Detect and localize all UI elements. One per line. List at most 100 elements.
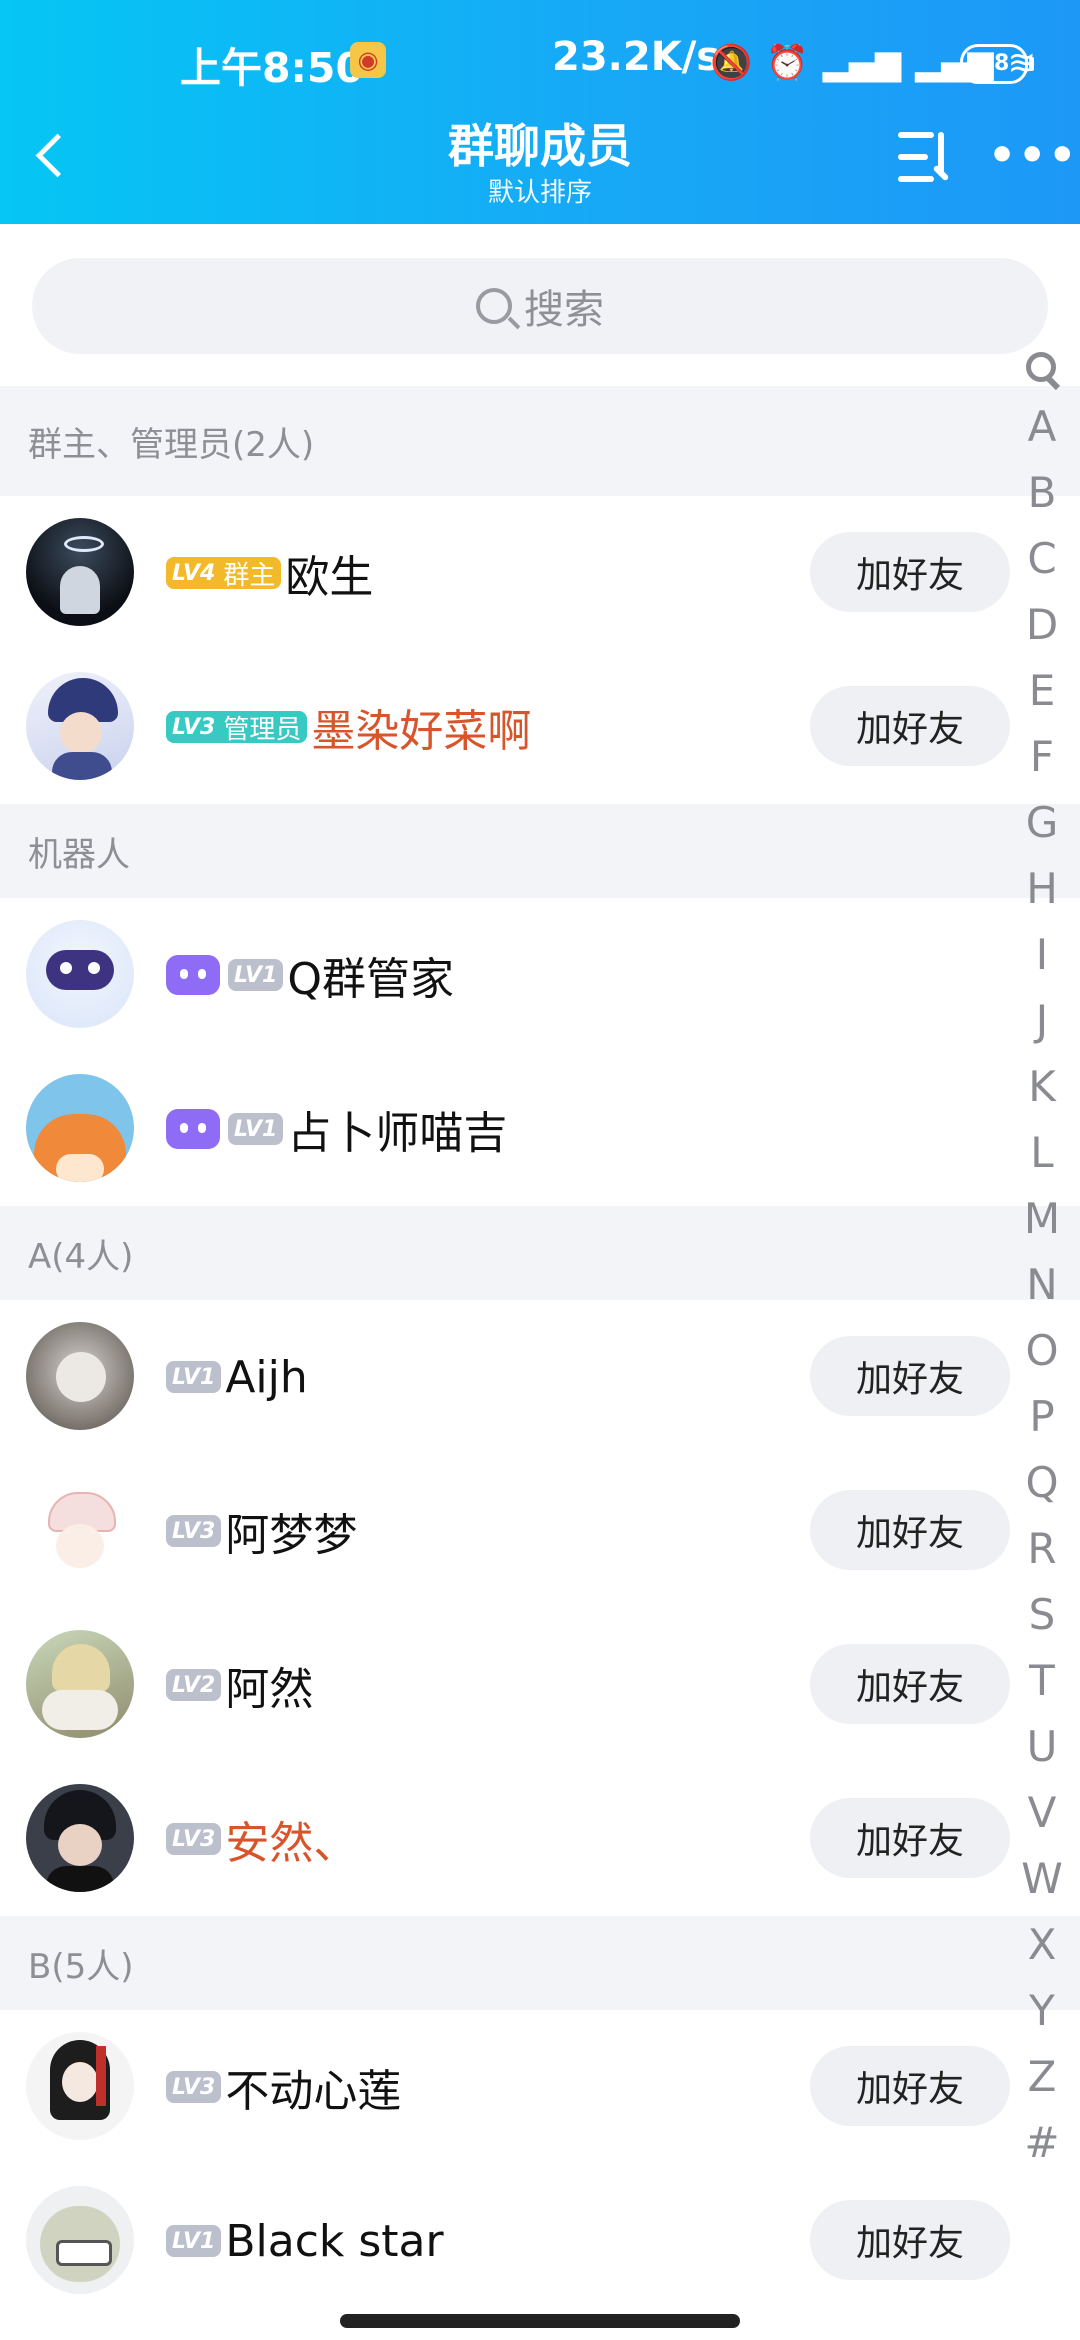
member-name: 墨染好菜啊 xyxy=(311,706,532,757)
index-letter[interactable]: H xyxy=(1012,856,1072,922)
index-letter[interactable]: D xyxy=(1012,592,1072,658)
avatar[interactable] xyxy=(26,1630,134,1738)
index-letter[interactable]: Z xyxy=(1012,2044,1072,2110)
more-options-button[interactable]: ••• xyxy=(988,134,1078,178)
index-letter[interactable]: N xyxy=(1012,1252,1072,1318)
add-friend-button[interactable]: 加好友 xyxy=(810,532,1010,612)
sort-button[interactable] xyxy=(890,130,960,188)
member-name: 阿梦梦 xyxy=(225,1510,358,1561)
member-name: 安然、 xyxy=(225,1818,358,1869)
member-name: 不动心莲 xyxy=(225,2066,402,2117)
section-header: 群主、管理员(2人) xyxy=(0,386,1080,496)
index-letter[interactable]: G xyxy=(1012,790,1072,856)
level-badge: LV1 xyxy=(228,1113,284,1145)
member-row[interactable]: LV4 群主 欧生 加好友 xyxy=(0,496,1080,650)
search-icon xyxy=(476,288,512,324)
index-letter[interactable]: X xyxy=(1012,1912,1072,1978)
member-row[interactable]: LV3 安然、 加好友 xyxy=(0,1762,1080,1916)
index-letter[interactable]: A xyxy=(1012,394,1072,460)
member-row[interactable]: LV3 管理员 墨染好菜啊 加好友 xyxy=(0,650,1080,804)
avatar[interactable] xyxy=(26,1074,134,1182)
add-friend-button[interactable]: 加好友 xyxy=(810,1644,1010,1724)
robot-icon xyxy=(166,1109,220,1149)
index-letter[interactable]: J xyxy=(1012,988,1072,1054)
alarm-icon: ⏰ xyxy=(766,43,809,83)
index-letter[interactable]: E xyxy=(1012,658,1072,724)
index-letter[interactable]: U xyxy=(1012,1714,1072,1780)
search-area: 搜索 xyxy=(0,224,1080,386)
avatar[interactable] xyxy=(26,672,134,780)
add-friend-button[interactable]: 加好友 xyxy=(810,1490,1010,1570)
avatar[interactable] xyxy=(26,1784,134,1892)
avatar[interactable] xyxy=(26,920,134,1028)
avatar[interactable] xyxy=(26,1322,134,1430)
alphabet-index[interactable]: A B C D E F G H I J K L M N O P Q R S T U V W X Y Z # xyxy=(1012,350,1072,2176)
level-badge: LV3 管理员 xyxy=(166,711,308,745)
add-friend-button[interactable]: 加好友 xyxy=(810,686,1010,766)
index-letters: A B C D E F G H I J K L M N O P Q R S T U V W X Y Z # xyxy=(1012,394,1072,2176)
index-letter[interactable]: B xyxy=(1012,460,1072,526)
add-friend-button[interactable]: 加好友 xyxy=(810,1798,1010,1878)
index-letter[interactable]: K xyxy=(1012,1054,1072,1120)
status-time: 上午8:50 xyxy=(180,44,364,92)
index-letter[interactable]: F xyxy=(1012,724,1072,790)
weibo-notification-icon: ◉ xyxy=(350,42,386,78)
search-input[interactable]: 搜索 xyxy=(32,258,1048,354)
index-letter[interactable]: Q xyxy=(1012,1450,1072,1516)
level-badge: LV1 xyxy=(166,1361,222,1393)
level-badge: LV4 群主 xyxy=(166,557,282,591)
level-badge: LV1 xyxy=(228,959,284,991)
index-letter[interactable]: I xyxy=(1012,922,1072,988)
add-friend-button[interactable]: 加好友 xyxy=(810,1336,1010,1416)
index-search-icon[interactable] xyxy=(1022,350,1062,390)
level-badge: LV2 xyxy=(166,1669,222,1701)
index-letter[interactable]: O xyxy=(1012,1318,1072,1384)
section-header: 机器人 xyxy=(0,804,1080,898)
index-letter[interactable]: S xyxy=(1012,1582,1072,1648)
robot-icon xyxy=(166,955,220,995)
add-friend-button[interactable]: 加好友 xyxy=(810,2046,1010,2126)
member-row[interactable]: LV1 Black star 加好友 xyxy=(0,2164,1080,2318)
nav-bar: 群聊成员 默认排序 ••• xyxy=(0,100,1080,224)
index-letter[interactable]: L xyxy=(1012,1120,1072,1186)
level-badge: LV3 xyxy=(166,2071,222,2103)
avatar[interactable] xyxy=(26,2186,134,2294)
index-letter[interactable]: Y xyxy=(1012,1978,1072,2044)
network-speed: 23.2K/s xyxy=(552,34,721,80)
index-letter[interactable]: R xyxy=(1012,1516,1072,1582)
member-row[interactable]: LV1 Q群管家 xyxy=(0,898,1080,1052)
search-placeholder: 搜索 xyxy=(524,287,604,333)
member-name: Aijh xyxy=(225,1351,308,1403)
member-name: Black star xyxy=(225,2215,444,2267)
index-letter[interactable]: # xyxy=(1012,2110,1072,2176)
avatar[interactable] xyxy=(26,518,134,626)
member-row[interactable]: LV2 阿然 加好友 xyxy=(0,1608,1080,1762)
battery-icon: 58 xyxy=(960,44,1034,84)
add-friend-button[interactable]: 加好友 xyxy=(810,2200,1010,2280)
member-row[interactable]: LV3 不动心莲 加好友 xyxy=(0,2010,1080,2164)
index-letter[interactable]: T xyxy=(1012,1648,1072,1714)
index-letter[interactable]: W xyxy=(1012,1846,1072,1912)
index-letter[interactable]: C xyxy=(1012,526,1072,592)
index-letter[interactable]: M xyxy=(1012,1186,1072,1252)
section-header: A(4人) xyxy=(0,1206,1080,1300)
top-bar: 上午8:50 ◉ 23.2K/s 🔕 ⏰ ▂▄▆ ▂▄▆ ≋ 58 群聊成员 默… xyxy=(0,0,1080,224)
avatar[interactable] xyxy=(26,1476,134,1584)
member-row[interactable]: LV1 Aijh 加好友 xyxy=(0,1300,1080,1454)
member-name: Q群管家 xyxy=(287,954,454,1005)
avatar[interactable] xyxy=(26,2032,134,2140)
level-badge: LV3 xyxy=(166,1823,222,1855)
signal-icon: ▂▄▆ xyxy=(822,43,902,83)
member-list: 群主、管理员(2人) LV4 群主 欧生 加好友 LV3 管理员 墨染好菜啊 加好友… xyxy=(0,386,1080,2318)
member-name: 阿然 xyxy=(225,1664,314,1715)
index-letter[interactable]: V xyxy=(1012,1780,1072,1846)
index-letter[interactable]: P xyxy=(1012,1384,1072,1450)
section-header: B(5人) xyxy=(0,1916,1080,2010)
level-badge: LV3 xyxy=(166,1515,222,1547)
status-bar: 上午8:50 ◉ 23.2K/s 🔕 ⏰ ▂▄▆ ▂▄▆ ≋ 58 xyxy=(0,0,1080,100)
level-badge: LV1 xyxy=(166,2225,222,2257)
member-row[interactable]: LV3 阿梦梦 加好友 xyxy=(0,1454,1080,1608)
member-name: 占卜师喵吉 xyxy=(287,1108,508,1159)
member-row[interactable]: LV1 占卜师喵吉 xyxy=(0,1052,1080,1206)
home-indicator[interactable] xyxy=(340,2314,740,2328)
